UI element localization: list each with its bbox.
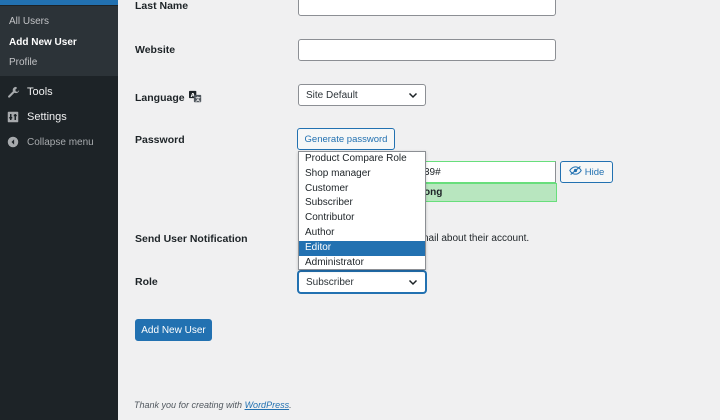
website-label: Website <box>135 44 176 56</box>
role-option-customer[interactable]: Customer <box>299 182 425 197</box>
send-notification-label: Send User Notification <box>135 233 248 245</box>
role-option-author[interactable]: Author <box>299 226 425 241</box>
submenu-profile[interactable]: Profile <box>9 57 37 68</box>
role-select-value: Subscriber <box>306 276 354 288</box>
password-label: Password <box>135 134 185 146</box>
hide-password-button[interactable]: Hide <box>560 161 613 183</box>
chevron-down-icon <box>408 277 418 290</box>
sidebar-item-settings[interactable]: Settings <box>0 106 118 128</box>
collapse-menu-button[interactable]: Collapse menu <box>0 131 118 153</box>
hide-button-label: Hide <box>584 166 605 178</box>
sidebar-item-tools[interactable]: Tools <box>0 81 118 103</box>
users-submenu: All Users Add New User Profile <box>0 6 118 76</box>
submenu-all-users[interactable]: All Users <box>9 16 49 27</box>
role-select[interactable]: Subscriber <box>298 271 426 293</box>
language-label-text: Language <box>135 92 185 104</box>
role-option-subscriber[interactable]: Subscriber <box>299 196 425 211</box>
wordpress-link[interactable]: WordPress <box>245 400 290 410</box>
settings-icon <box>0 111 26 123</box>
translation-icon: A文 <box>188 90 202 106</box>
role-option-editor[interactable]: Editor <box>299 240 425 256</box>
website-field[interactable] <box>298 39 556 61</box>
notification-description: nail about their account. <box>423 233 530 244</box>
footer-prefix: Thank you for creating with <box>134 400 245 410</box>
role-dropdown-list: Product Compare Role Shop manager Custom… <box>298 151 426 270</box>
submenu-add-new-user[interactable]: Add New User <box>9 37 77 48</box>
svg-text:文: 文 <box>195 96 200 103</box>
password-strength-text: ong <box>424 187 443 198</box>
role-option-contributor[interactable]: Contributor <box>299 211 425 226</box>
password-value: 39# <box>424 166 441 178</box>
sidebar-item-label: Collapse menu <box>27 136 94 148</box>
last-name-label: Last Name <box>135 0 189 12</box>
language-select[interactable]: Site Default <box>298 84 426 106</box>
last-name-field[interactable] <box>298 0 556 16</box>
role-option-administrator[interactable]: Administrator <box>299 256 425 271</box>
eye-slash-icon <box>568 165 582 179</box>
sidebar-item-label: Settings <box>27 111 67 123</box>
generate-password-button[interactable]: Generate password <box>297 128 395 150</box>
chevron-down-icon <box>408 90 418 103</box>
language-label: Language A文 <box>135 90 202 106</box>
footer-text: Thank you for creating with WordPress. <box>134 400 292 410</box>
admin-sidebar: All Users Add New User Profile Tools Set… <box>0 0 118 420</box>
active-menu-indicator <box>0 0 118 5</box>
language-select-value: Site Default <box>306 89 358 101</box>
role-label: Role <box>135 276 158 288</box>
add-new-user-button[interactable]: Add New User <box>135 319 212 341</box>
wrench-icon <box>0 86 26 99</box>
role-option-product-compare-role[interactable]: Product Compare Role <box>299 152 425 167</box>
collapse-icon <box>0 136 26 148</box>
sidebar-item-label: Tools <box>27 86 53 98</box>
role-option-shop-manager[interactable]: Shop manager <box>299 167 425 182</box>
footer-suffix: . <box>289 400 292 410</box>
